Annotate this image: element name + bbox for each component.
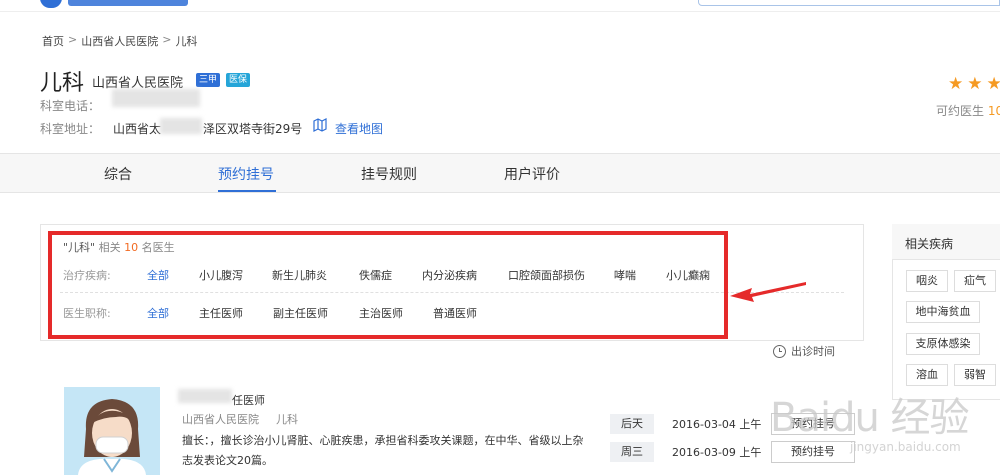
doctor-name-redacted	[178, 389, 232, 403]
disease-chip[interactable]: 疝气	[954, 270, 996, 292]
disease-chip[interactable]: 溶血	[906, 364, 948, 386]
breadcrumb-separator: >	[68, 33, 78, 46]
schedule-day-tag: 后天	[610, 414, 654, 434]
schedule-time-toggle[interactable]: 出诊时间	[773, 343, 835, 359]
breadcrumb-home[interactable]: 首页	[42, 33, 64, 49]
baidu-watermark-url: jingyan.baidu.com	[850, 440, 961, 454]
page-title: 儿科	[40, 71, 85, 96]
related-diseases-title: 相关疾病	[905, 237, 954, 251]
breadcrumb-hospital[interactable]: 山西省人民医院	[81, 33, 158, 49]
tab-reviews[interactable]: 用户评价	[504, 164, 560, 192]
star-icon: ★	[948, 74, 964, 94]
star-icon: ★	[986, 74, 1000, 94]
address-label: 科室地址：	[40, 122, 101, 136]
logo-mark-icon	[40, 0, 62, 8]
breadcrumb: 首页 > 山西省人民医院 > 儿科	[42, 33, 197, 49]
book-appointment-button[interactable]: 预约挂号	[771, 441, 855, 463]
tab-booking[interactable]: 预约挂号	[218, 164, 276, 192]
logo-text	[68, 0, 188, 6]
insurance-badge: 医保	[226, 73, 251, 87]
schedule-date: 2016-03-04 上午	[672, 418, 762, 431]
schedule-day-tag: 周三	[610, 442, 654, 462]
available-count: 10	[987, 104, 1000, 118]
available-doctors: 可约医生 10	[936, 102, 1000, 119]
disease-chip[interactable]: 弱智	[954, 364, 996, 386]
annotation-arrow-icon	[730, 282, 806, 302]
phone-label: 科室电话：	[40, 99, 101, 113]
address-suffix: 泽区双塔寺街29号	[203, 122, 303, 136]
baidu-watermark: Baidu 经验	[770, 395, 970, 441]
map-icon[interactable]	[313, 118, 327, 132]
address-prefix: 山西省太	[113, 122, 162, 136]
tab-overview[interactable]: 综合	[104, 164, 132, 192]
phone-value-redacted	[112, 89, 200, 107]
view-map-link[interactable]: 查看地图	[335, 120, 383, 137]
address-redacted	[160, 118, 202, 134]
clock-icon	[773, 344, 786, 358]
doctor-title: 任医师	[232, 394, 265, 407]
doctor-avatar[interactable]	[64, 387, 160, 475]
breadcrumb-separator: >	[162, 33, 172, 46]
schedule-time-label: 出诊时间	[791, 345, 835, 358]
doctor-portrait-icon	[78, 399, 146, 475]
tab-rules[interactable]: 挂号规则	[361, 164, 417, 192]
site-logo[interactable]	[40, 0, 190, 8]
disease-chip[interactable]: 咽炎	[906, 270, 948, 292]
available-label: 可约医生	[936, 104, 985, 118]
breadcrumb-dept: 儿科	[175, 35, 198, 48]
doctor-dept: 儿科	[276, 413, 298, 426]
grade-badge: 三甲	[196, 73, 221, 87]
highlight-annotation-box	[48, 231, 728, 339]
tab-bar	[0, 153, 1000, 193]
search-input[interactable]	[698, 0, 1000, 6]
star-icon: ★	[967, 74, 983, 94]
disease-chip[interactable]: 地中海贫血	[906, 301, 980, 323]
doctor-description: 擅长：，擅长诊治小儿肾脏、心脏疾患，承担省科委攻关课题，在中华、省级以上杂志发表…	[182, 434, 584, 467]
disease-chip[interactable]: 支原体感染	[906, 333, 980, 355]
rating-stars: ★ ★ ★	[948, 74, 1000, 94]
doctor-hospital: 山西省人民医院	[182, 413, 259, 426]
schedule-date: 2016-03-09 上午	[672, 446, 762, 459]
